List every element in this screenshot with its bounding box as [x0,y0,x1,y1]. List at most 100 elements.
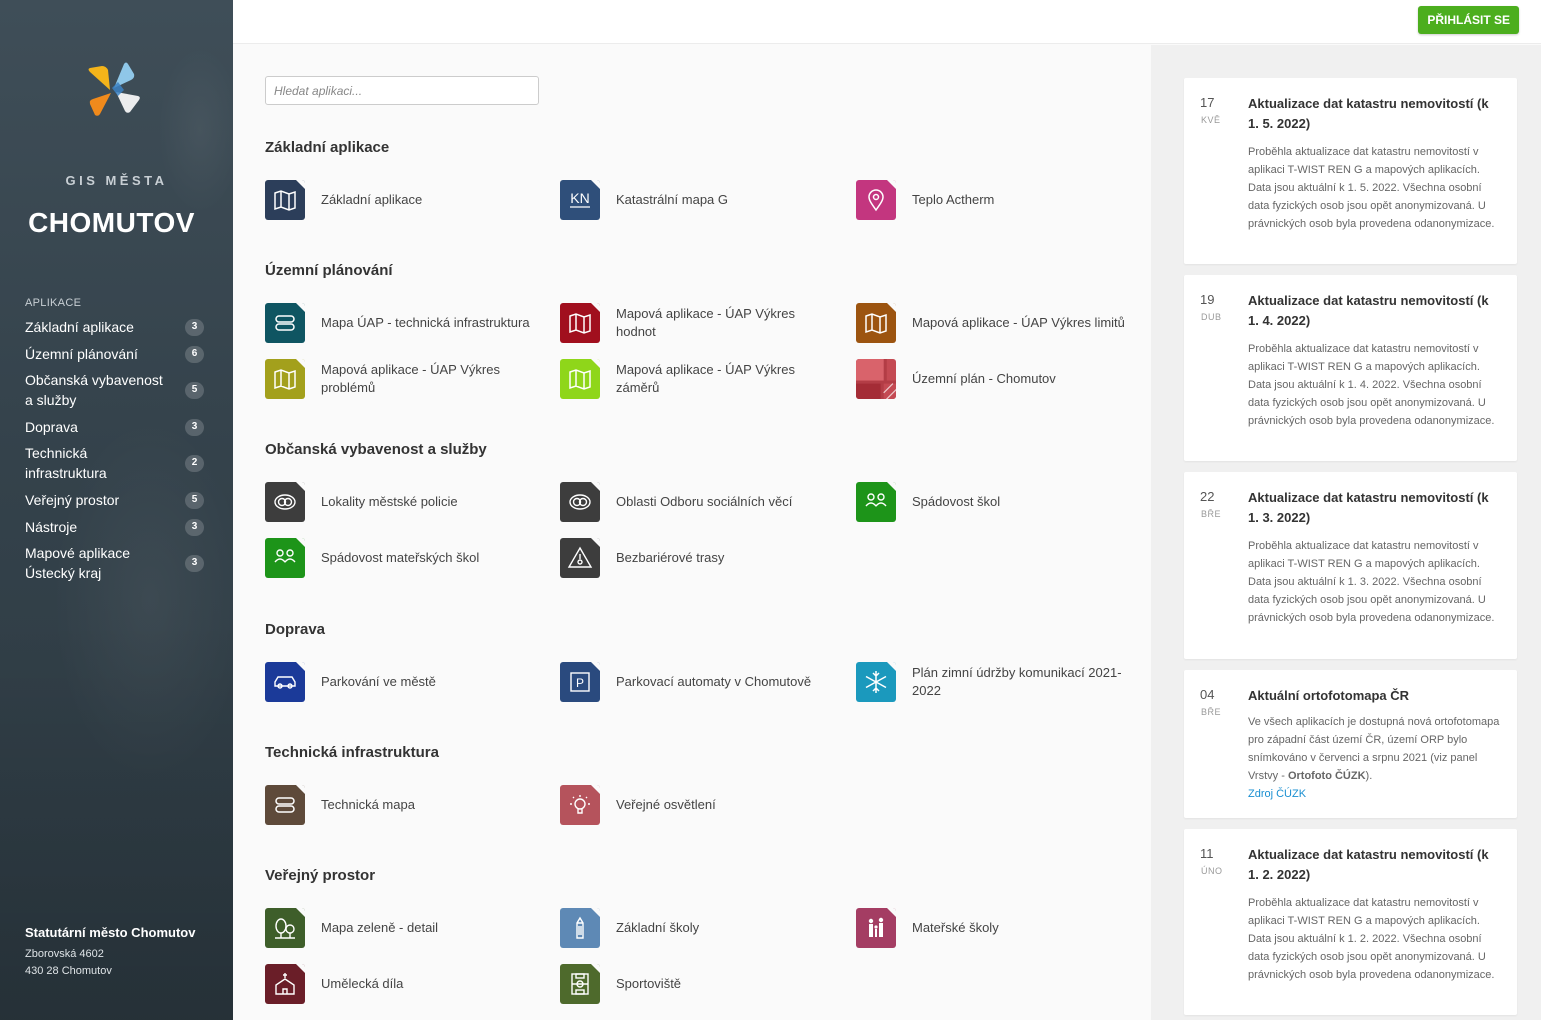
pencil-icon [560,908,600,948]
pipes-icon [265,785,305,825]
app-tile[interactable]: Umělecká díla [265,964,535,1004]
section-title: Doprava [265,621,326,638]
news-card: 11 ÚNO Aktualizace dat katastru nemovito… [1184,829,1517,1015]
org-street: Zborovská 4602 [25,948,104,960]
news-card: 19 DUB Aktualizace dat katastru nemovito… [1184,275,1517,461]
app-tile[interactable]: Základní školy [560,908,830,948]
section-title: Občanská vybavenost a služby [265,441,487,458]
sidebar-item-label: Veřejný prostor [25,492,120,508]
app-tile[interactable]: Plán zimní údržby komunikací 2021-2022 [856,662,1126,702]
app-tile[interactable]: P Parkovací automaty v Chomutově [560,662,830,702]
sidebar-item-obcanska-vybavenost[interactable]: Občanská vybavenost a služby 5 [25,370,205,410]
nav-heading: APLIKACE [25,297,82,309]
app-tile[interactable]: Lokality městské policie [265,482,535,522]
app-tile[interactable]: Základní aplikace [265,180,535,220]
app-tile[interactable]: Mapa ÚAP - technická infrastruktura [265,303,535,343]
sidebar-item-doprava[interactable]: Doprava 3 [25,416,205,438]
news-text-end: ). [1365,770,1373,782]
app-tile[interactable]: Spádovost škol [856,482,1126,522]
police-icon [265,482,305,522]
app-catalog: Základní aplikace Základní aplikace KN K… [233,45,1151,1020]
app-tile[interactable]: Sportoviště [560,964,830,1004]
map-icon [265,359,305,399]
app-tile[interactable]: Technická mapa [265,785,535,825]
church-icon [265,964,305,1004]
news-card: 04 BŘE Aktuální ortofotomapa ČR Ve všech… [1184,670,1517,818]
news-day: 17 [1200,95,1215,110]
news-title[interactable]: Aktualizace dat katastru nemovitostí (k … [1248,488,1503,528]
app-tile[interactable]: Mapová aplikace - ÚAP Výkres hodnot [560,303,830,343]
news-text: Proběhla aktualizace dat katastru nemovi… [1248,343,1495,427]
map-icon [560,359,600,399]
app-label: Mapa zeleně - detail [321,920,439,935]
app-tile[interactable]: Oblasti Odboru sociálních věcí [560,482,830,522]
search-input[interactable] [265,76,539,105]
app-label: Mapa ÚAP - technická infrastruktura [321,315,530,330]
news-title[interactable]: Aktualizace dat katastru nemovitostí (k … [1248,845,1503,885]
app-tile[interactable]: Mapa zeleně - detail [265,908,535,948]
news-text-body: Ve všech aplikacích je dostupná nová ort… [1248,716,1500,782]
organization-info: Statutární město Chomutov Zborovská 4602… [25,925,195,980]
news-title[interactable]: Aktualizace dat katastru nemovitostí (k … [1248,94,1503,134]
kn-icon: KN [560,180,600,220]
app-tile[interactable]: Teplo Actherm [856,180,1126,220]
news-month: BŘE [1201,707,1222,717]
news-month: BŘE [1201,509,1222,519]
sidebar-item-nastroje[interactable]: Nástroje 3 [25,516,205,538]
app-label: Plán zimní údržby komunikací 2021-2022 [912,665,1122,698]
app-label: Parkovací automaty v Chomutově [616,674,812,689]
app-tile[interactable]: Mateřské školy [856,908,1126,948]
brand-subtitle: GIS MĚSTA [65,173,168,188]
app-tile[interactable]: Mapová aplikace - ÚAP Výkres problémů [265,359,535,399]
news-text: Proběhla aktualizace dat katastru nemovi… [1248,146,1495,230]
brand-title: CHOMUTOV [28,207,195,238]
news-text: Proběhla aktualizace dat katastru nemovi… [1248,540,1495,624]
org-city: 430 28 Chomutov [25,965,112,977]
count-badge: 3 [185,554,204,572]
app-tile[interactable]: Územní plán - Chomutov [856,359,1126,399]
app-tile[interactable]: Spádovost mateřských škol [265,538,535,578]
lightbulb-icon [560,785,600,825]
news-text: Proběhla aktualizace dat katastru nemovi… [1248,897,1495,981]
news-day: 04 [1200,687,1215,702]
city-logo[interactable] [84,60,142,118]
news-month: KVĚ [1201,115,1221,125]
sidebar-item-zakladni-aplikace[interactable]: Základní aplikace 3 [25,316,205,338]
sidebar-item-label: Technická infrastruktura [25,445,107,481]
count-badge: 5 [185,381,204,399]
news-day: 22 [1200,489,1215,504]
source-link[interactable]: Zdroj ČÚZK [1248,788,1306,800]
sidebar: GIS MĚSTA CHOMUTOV APLIKACE Základní apl… [0,0,233,1020]
news-day: 11 [1200,846,1214,861]
sidebar-item-uzemni-planovani[interactable]: Územní plánování 6 [25,343,205,365]
map-pin-icon [856,180,896,220]
app-label: Spádovost mateřských škol [321,550,480,565]
section-title: Územní plánování [265,262,393,279]
count-badge: 3 [185,518,204,536]
map-icon [856,303,896,343]
app-tile[interactable]: Mapová aplikace - ÚAP Výkres záměrů [560,359,830,399]
app-label: Mapová aplikace - ÚAP Výkres hodnot [616,306,795,339]
news-title[interactable]: Aktuální ortofotomapa ČR [1248,686,1503,706]
app-label: Veřejné osvětlení [616,797,716,812]
people-icon [265,538,305,578]
app-tile[interactable]: Bezbariérové trasy [560,538,830,578]
login-button[interactable]: PŘIHLÁSIT SE [1418,6,1519,34]
sidebar-item-verejny-prostor[interactable]: Veřejný prostor 5 [25,489,205,511]
sidebar-item-usteckykraj[interactable]: Mapové aplikace Ústecký kraj 3 [25,543,205,583]
news-month: DUB [1201,312,1222,322]
sidebar-item-technicka-infrastruktura[interactable]: Technická infrastruktura 2 [25,443,205,483]
app-label: Parkování ve městě [321,674,436,689]
sidebar-item-label: Občanská vybavenost a služby [25,372,163,408]
count-badge: 3 [185,318,204,336]
pipes-icon [265,303,305,343]
app-tile[interactable]: Veřejné osvětlení [560,785,830,825]
app-label: Oblasti Odboru sociálních věcí [616,494,793,509]
app-tile[interactable]: Mapová aplikace - ÚAP Výkres limitů [856,303,1126,343]
app-tile[interactable]: KN Katastrální mapa G [560,180,830,220]
app-tile[interactable]: Parkování ve městě [265,662,535,702]
app-label: Teplo Actherm [912,192,995,207]
news-title[interactable]: Aktualizace dat katastru nemovitostí (k … [1248,291,1503,331]
sidebar-nav: Základní aplikace 3 Územní plánování 6 O… [25,316,205,583]
sidebar-item-label: Základní aplikace [25,319,134,335]
